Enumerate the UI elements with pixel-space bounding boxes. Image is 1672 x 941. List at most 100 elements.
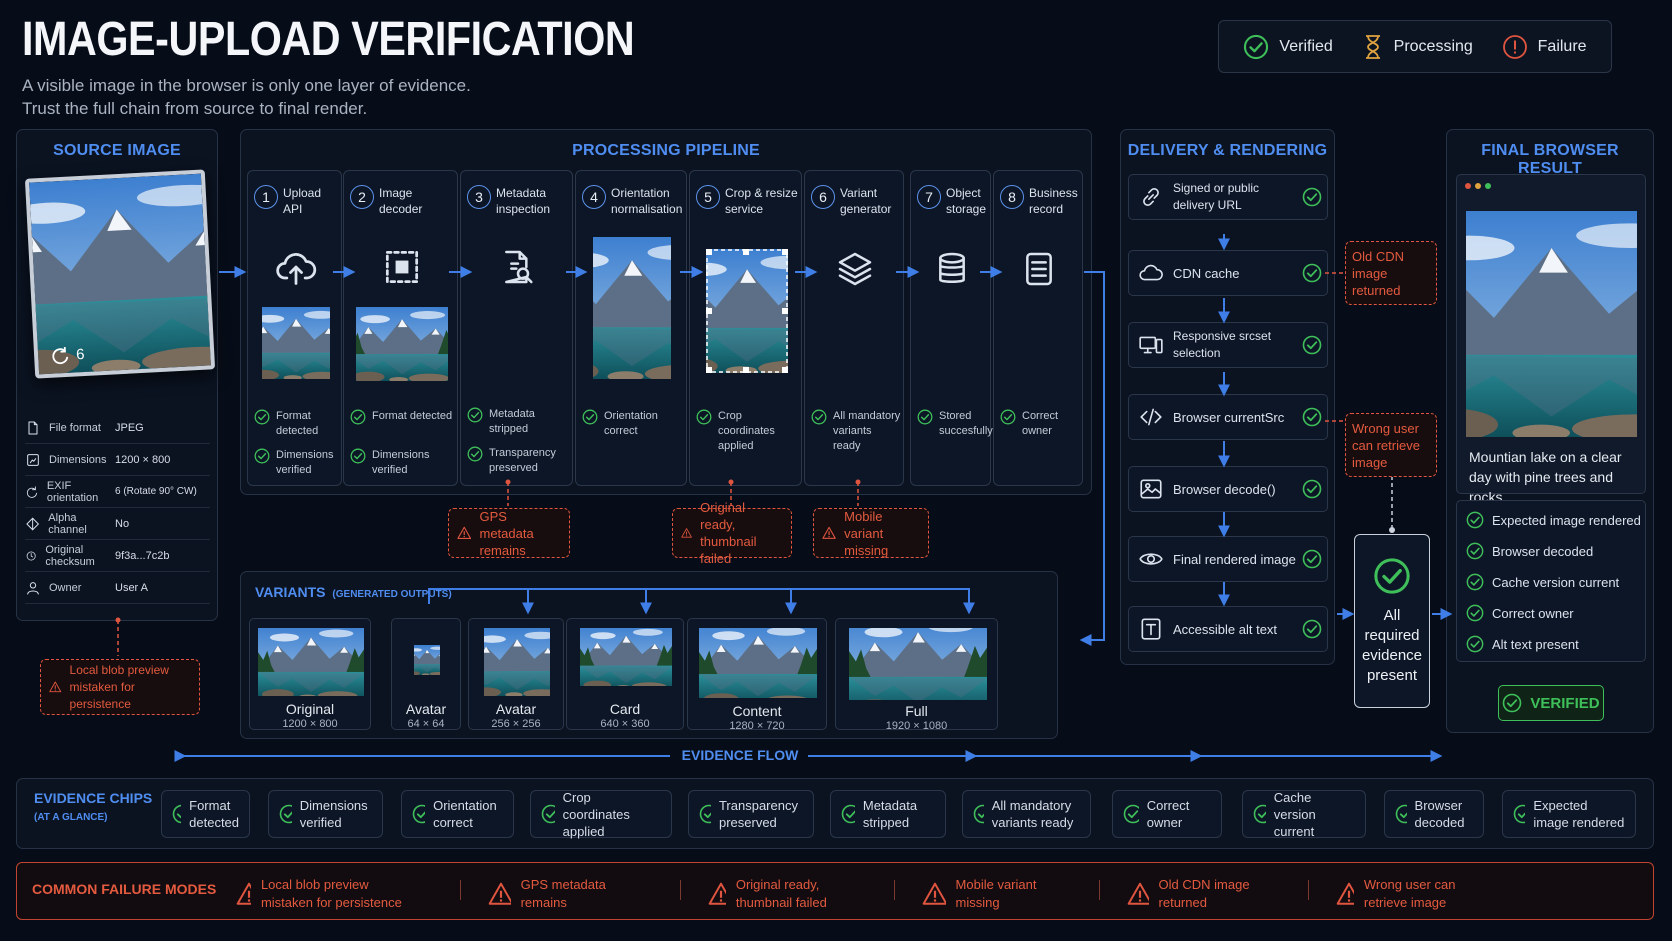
failure-mode-label: Old CDN image returned [1158, 877, 1250, 910]
pipeline-stage: 5 Crop & resize service Crop coordinates a… [689, 170, 802, 486]
warning-icon [822, 521, 836, 545]
variants-subtitle: (GENERATED OUTPUTS) [332, 589, 452, 600]
page-subtitle: A visible image in the browser is only o… [22, 74, 471, 120]
hourglass-icon [1365, 34, 1380, 59]
delivery-step-icon [1129, 404, 1173, 430]
rotation-value: 6 [75, 345, 85, 363]
evidence-chip-label: All mandatory variants ready [991, 798, 1074, 830]
thumbnail-image [261, 307, 330, 379]
evidence-present-box: All required evidence present [1354, 534, 1430, 708]
check-circle-icon [1466, 542, 1484, 560]
metadata-key-label: Dimensions [49, 453, 107, 466]
final-check-label: Alt text present [1492, 636, 1579, 652]
delivery-step-label: Browser decode() [1173, 481, 1276, 497]
evidence-chip: Expected image rendered [1502, 790, 1636, 838]
stage-number: 5 [696, 185, 720, 209]
stage-check-label: Metadata stripped [489, 408, 535, 435]
metadata-key: Owner [25, 580, 115, 596]
final-check-item: Alt text present [1466, 635, 1579, 653]
delivery-step-status [1297, 335, 1327, 355]
variant-dimensions: 1920 × 1080 [885, 720, 948, 732]
cloud-icon [1139, 264, 1163, 281]
metadata-row: Owner User A [25, 572, 210, 604]
document-search-icon [504, 250, 533, 284]
variant-image [414, 645, 440, 675]
delivery-step-status [1297, 187, 1327, 207]
metadata-value: User A [115, 581, 149, 594]
metadata-row: Dimensions 1200 × 800 [25, 444, 210, 476]
final-check-item: Correct owner [1466, 604, 1574, 622]
stage-check-label: Dimensions verified [276, 449, 334, 476]
stage-label: Metadata inspection [496, 186, 551, 216]
warning-icon [681, 521, 692, 545]
failure-mode-label: Local blob preview mistaken for persiste… [260, 877, 402, 910]
variant-name: Avatar [495, 701, 537, 717]
delivery-step-label: Final rendered image [1173, 551, 1296, 567]
failure-callout-gps-text: GPS metadata remains [479, 508, 534, 558]
variants-title-text: VARIANTS [255, 584, 326, 600]
stage-number: 4 [582, 185, 606, 209]
variants-title: VARIANTS (GENERATED OUTPUTS) [255, 584, 452, 600]
subtitle-line-1: A visible image in the browser is only o… [22, 76, 471, 95]
check-circle-icon [1466, 573, 1484, 591]
stage-check: Crop coordinates applied [696, 409, 799, 454]
failure-mode-item: Mobile variant missing [922, 876, 1072, 912]
evidence-chip: Dimensions verified [268, 790, 383, 838]
final-title: FINAL BROWSER RESULT [1481, 142, 1619, 177]
stage-check-label: All mandatory variants ready [833, 410, 901, 452]
list-icon [1026, 252, 1052, 286]
check-circle-icon [1243, 34, 1269, 60]
failure-modes-title: COMMON FAILURE MODES [32, 881, 217, 897]
stage-check: All mandatory variants ready [811, 409, 901, 454]
stage-check: Orientation correct [582, 409, 684, 439]
evidence-chip-label: Correct owner [1146, 798, 1190, 830]
failure-callout-wrong-user-text: Wrong user can retrieve image [1352, 420, 1420, 470]
image-caption: Mountian lake on a clear day with pine t… [1469, 449, 1622, 505]
delivery-step-icon [1129, 332, 1173, 358]
check-circle-icon [1000, 409, 1016, 425]
failure-mode-item: Wrong user can retrieve image [1336, 876, 1486, 912]
metadata-key: EXIF orientation [25, 480, 115, 504]
stage-check-label: Format detected [276, 410, 319, 437]
failure-mode-item: GPS metadata remains [488, 876, 638, 912]
evidence-chip-label: Metadata stripped [862, 798, 918, 830]
variant-name: Full [905, 703, 928, 719]
pipeline-stage: 6 Variant generator All mandatory variants… [804, 170, 904, 486]
variant-image [699, 628, 817, 698]
check-circle-icon [1302, 335, 1322, 355]
failure-callout-wrong-user: Wrong user can retrieve image [1345, 413, 1437, 477]
evidence-chips-subtitle: (AT A GLANCE) [34, 812, 108, 823]
check-circle-icon [350, 409, 366, 425]
stage-label: Object storage [946, 186, 987, 216]
delivery-step: Signed or public delivery URL [1128, 174, 1328, 220]
metadata-row: Original checksum 9f3a...7c2b [25, 540, 210, 572]
variant-dimensions: 1200 × 800 [282, 718, 338, 730]
source-metadata-table: File format JPEG Dimensions 1200 × 800 EXIF … [17, 412, 217, 612]
evidence-chip: Browser decoded [1384, 790, 1484, 838]
stage-number: 2 [350, 185, 374, 209]
final-check-label: Correct owner [1492, 605, 1574, 621]
delivery-step-icon [1129, 616, 1173, 642]
source-image-panel: SOURCE IMAGE 6 File format JPEG Dimensions… [16, 129, 218, 621]
warning-icon [49, 675, 62, 699]
stage-check: Correct owner [1000, 409, 1080, 439]
delivery-step-status [1297, 407, 1327, 427]
metadata-key: Dimensions [25, 452, 115, 468]
warning-icon [236, 882, 251, 905]
delivery-step-status [1297, 549, 1327, 569]
legend-processing-label: Processing [1393, 37, 1473, 55]
variant-dimensions: 1280 × 720 [729, 720, 785, 732]
metadata-key-label: Original checksum [45, 543, 95, 568]
check-circle-icon [582, 409, 598, 425]
upload-cloud-icon [275, 253, 316, 285]
user-icon [27, 581, 39, 594]
metadata-value: 1200 × 800 [115, 453, 171, 466]
variant-dimensions: 256 × 256 [491, 718, 541, 730]
legend-processing: Processing [1362, 34, 1473, 60]
failure-mode-item: Old CDN image returned [1127, 876, 1277, 912]
evidence-chip-label: Crop coordinates applied [562, 789, 630, 839]
check-circle-icon [254, 409, 270, 425]
delivery-step: Accessible alt text [1128, 606, 1328, 652]
check-circle-icon [1513, 804, 1526, 824]
stage-check: Dimensions verified [254, 448, 339, 478]
